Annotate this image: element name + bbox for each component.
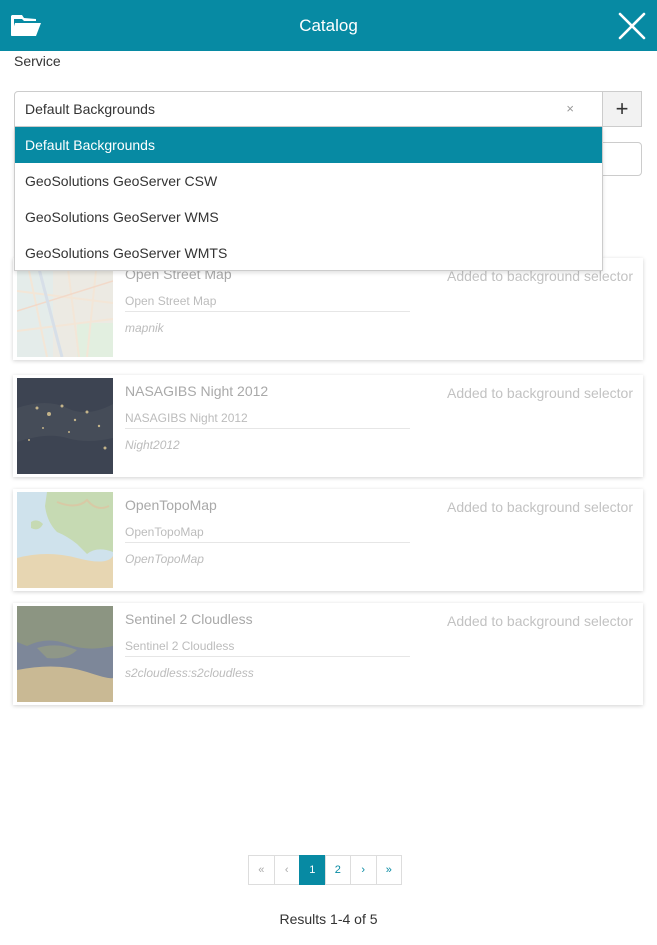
service-select-value: Default Backgrounds xyxy=(25,101,155,117)
record-title: OpenTopoMap xyxy=(125,497,217,513)
first-page-button[interactable]: « xyxy=(248,855,275,885)
record-identifier: OpenTopoMap xyxy=(125,552,204,566)
page-button-1[interactable]: 1 xyxy=(299,855,326,885)
last-page-button[interactable]: » xyxy=(375,855,402,885)
service-dropdown-menu: Default Backgrounds GeoSolutions GeoServ… xyxy=(14,127,603,271)
next-page-button[interactable]: › xyxy=(350,855,377,885)
record-description: Sentinel 2 Cloudless xyxy=(125,639,235,653)
service-select[interactable]: Default Backgrounds × xyxy=(14,91,603,127)
service-label: Service xyxy=(14,53,61,69)
record-card[interactable]: Open Street Map Open Street Map mapnik A… xyxy=(13,258,643,360)
record-thumbnail xyxy=(17,606,113,702)
record-thumbnail xyxy=(17,261,113,357)
divider xyxy=(125,428,410,429)
record-card[interactable]: NASAGIBS Night 2012 NASAGIBS Night 2012 … xyxy=(13,375,643,477)
divider xyxy=(125,656,410,657)
service-option[interactable]: GeoSolutions GeoServer WMTS xyxy=(15,235,602,271)
pagination: « ‹ 1 2 › » xyxy=(248,855,402,885)
record-description: NASAGIBS Night 2012 xyxy=(125,411,248,425)
search-field[interactable] xyxy=(602,142,642,176)
divider xyxy=(125,542,410,543)
record-identifier: s2cloudless:s2cloudless xyxy=(125,666,254,680)
record-thumbnail xyxy=(17,492,113,588)
add-service-button[interactable]: + xyxy=(602,91,642,127)
record-card[interactable]: Sentinel 2 Cloudless Sentinel 2 Cloudles… xyxy=(13,603,643,705)
prev-page-button[interactable]: ‹ xyxy=(273,855,300,885)
catalog-header: Catalog xyxy=(0,0,657,51)
clear-icon[interactable]: × xyxy=(566,92,574,126)
record-title: NASAGIBS Night 2012 xyxy=(125,383,269,399)
record-description: OpenTopoMap xyxy=(125,525,204,539)
results-count: Results 1-4 of 5 xyxy=(279,911,378,927)
record-title: Sentinel 2 Cloudless xyxy=(125,611,253,627)
record-status: Added to background selector xyxy=(446,613,633,629)
record-thumbnail xyxy=(17,378,113,474)
record-status: Added to background selector xyxy=(446,385,633,401)
record-card[interactable]: OpenTopoMap OpenTopoMap OpenTopoMap Adde… xyxy=(13,489,643,591)
record-description: Open Street Map xyxy=(125,294,217,308)
service-option[interactable]: GeoSolutions GeoServer WMS xyxy=(15,199,602,235)
divider xyxy=(125,311,410,312)
record-identifier: Night2012 xyxy=(125,438,180,452)
record-status: Added to background selector xyxy=(446,499,633,515)
page-button-2[interactable]: 2 xyxy=(324,855,351,885)
page-title: Catalog xyxy=(299,16,358,35)
close-icon[interactable] xyxy=(617,11,647,41)
record-identifier: mapnik xyxy=(125,321,164,335)
service-option[interactable]: Default Backgrounds xyxy=(15,127,602,163)
service-option[interactable]: GeoSolutions GeoServer CSW xyxy=(15,163,602,199)
